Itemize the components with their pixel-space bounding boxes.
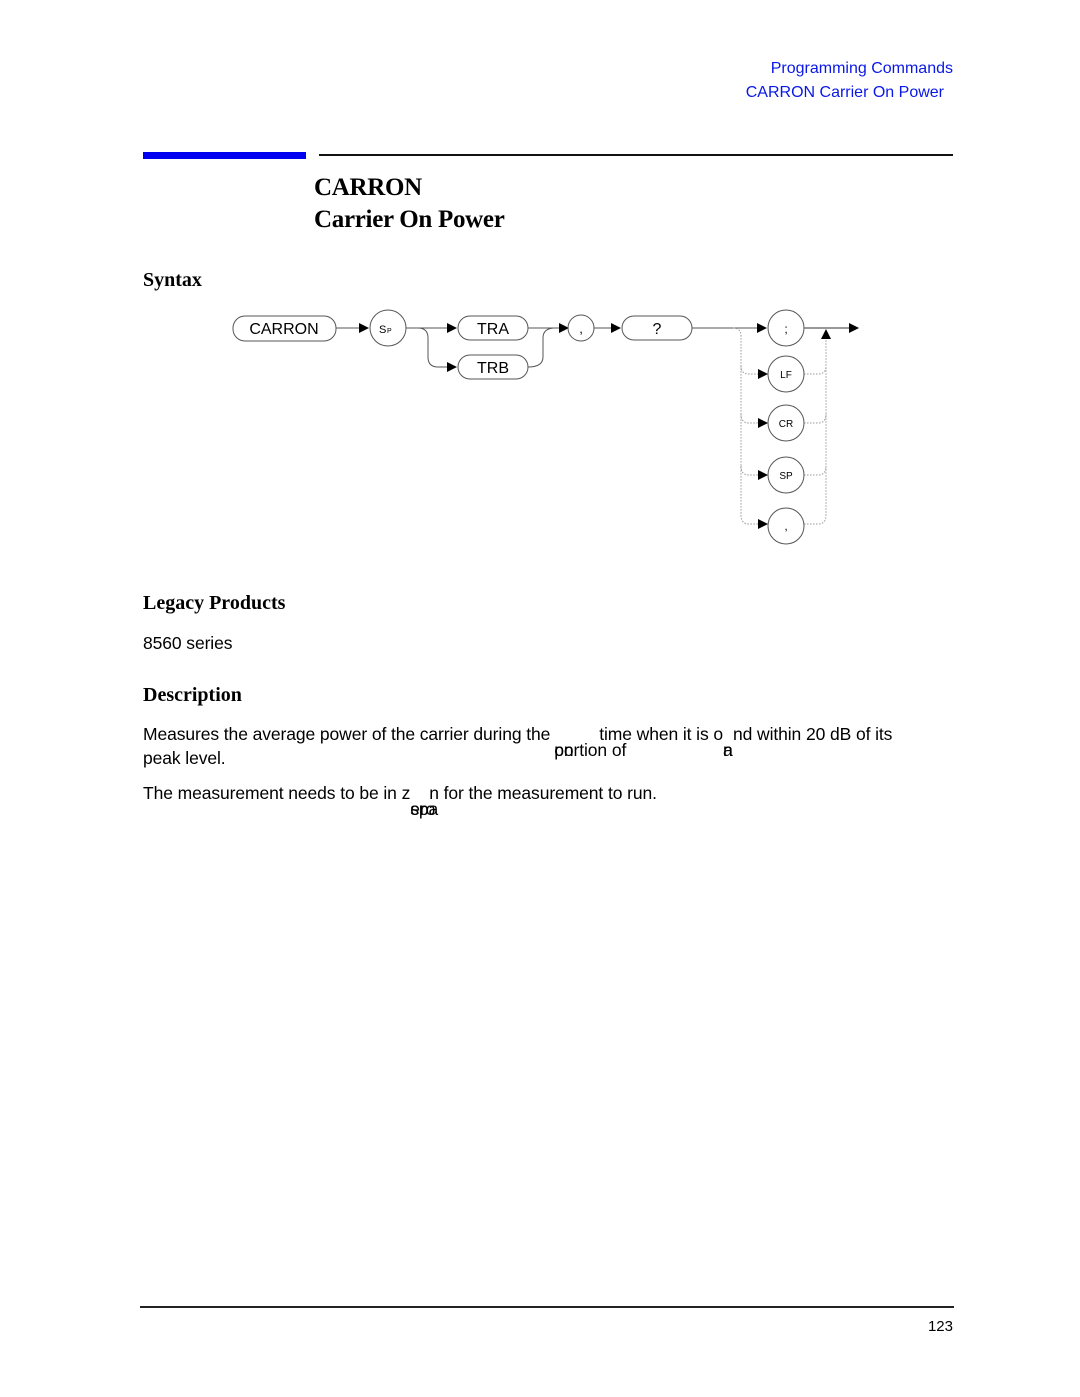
bottom-rule — [140, 1306, 954, 1308]
node-trb: TRB — [477, 360, 509, 377]
para1-end: nd within 20 dB of its — [733, 724, 893, 744]
para2-end: n for the measurement to run. — [429, 783, 657, 803]
node-sp-p: P — [387, 328, 392, 335]
node-query: ? — [653, 321, 662, 338]
description-para2: The measurement needs to be in z ero spa n … — [143, 783, 657, 819]
page-number: 123 — [927, 1318, 953, 1335]
description-para1-line1: Measures the average power of the carrie… — [143, 724, 893, 760]
legacy-text: 8560 series — [143, 633, 233, 653]
para2-start: The measurement needs to be in z — [143, 783, 411, 803]
node-sp: SP — [779, 471, 793, 482]
node-carron: CARRON — [249, 321, 318, 338]
syntax-diagram: CARRON S P TRA TRB , ? ; LF CR SP , — [232, 309, 859, 545]
node-comma: , — [579, 321, 583, 336]
legacy-heading: Legacy Products — [143, 592, 286, 614]
node-sp-s: S — [379, 324, 386, 336]
description-heading: Description — [143, 684, 242, 706]
node-cr: CR — [779, 419, 793, 430]
description-para1-line2: peak level. — [143, 748, 226, 768]
para1-start: Measures the average power of the carrie… — [143, 724, 551, 744]
node-lf: LF — [780, 370, 792, 381]
node-comma-term: , — [784, 519, 787, 533]
node-semicolon: ; — [784, 322, 787, 336]
node-tra: TRA — [477, 321, 509, 338]
